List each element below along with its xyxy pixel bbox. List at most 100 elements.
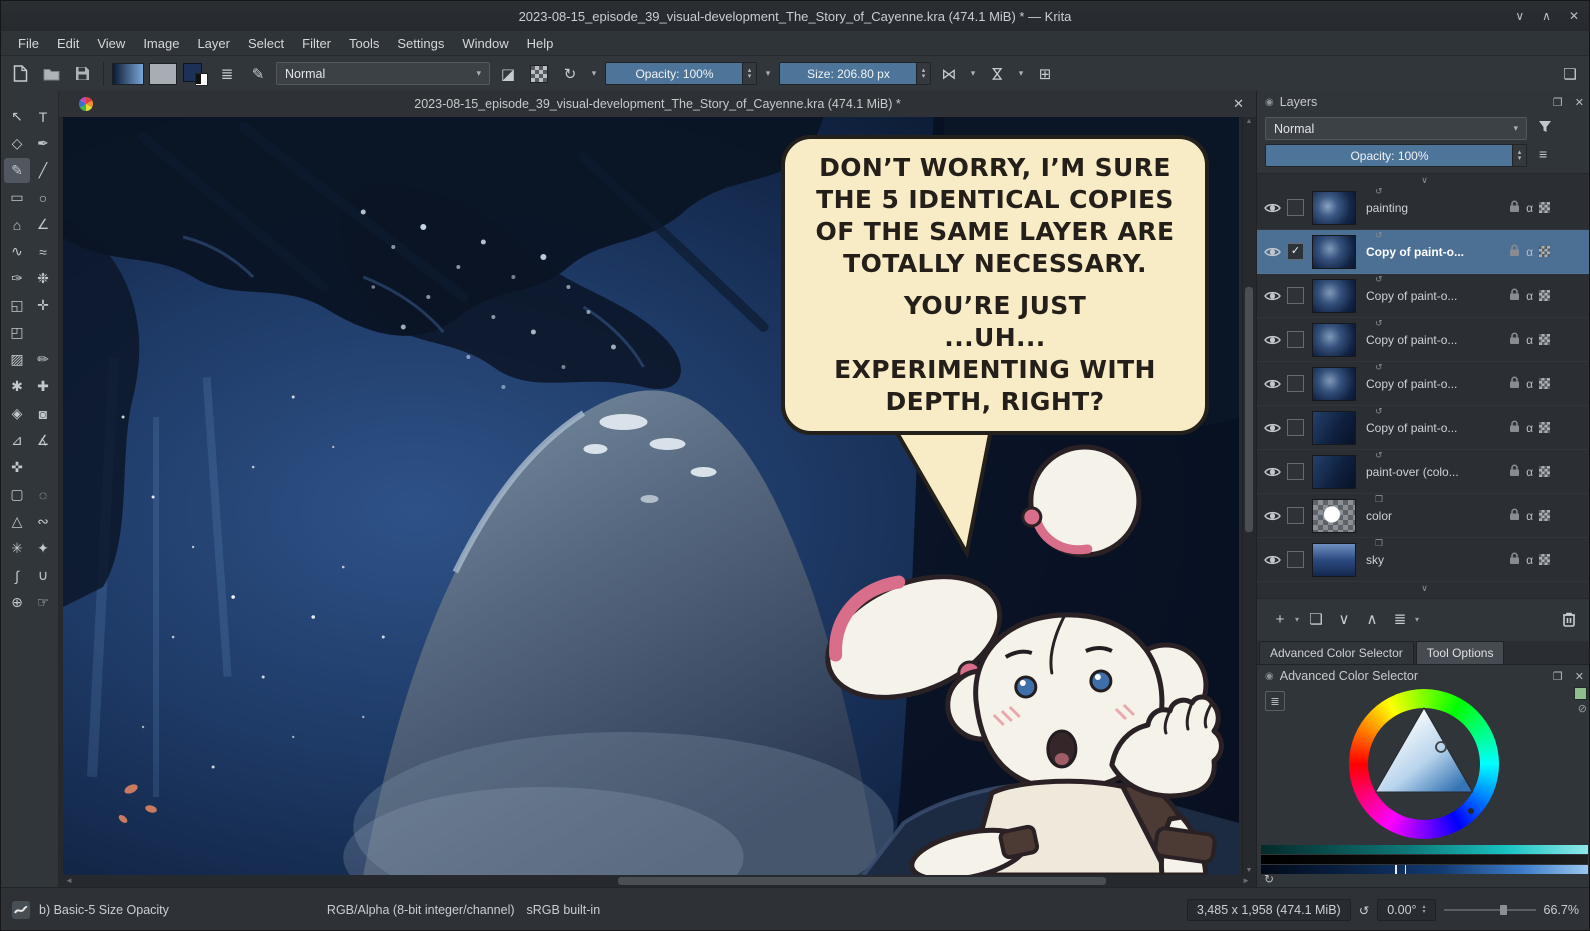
layer-blending-mode-combo[interactable]: Normal ▾ — [1265, 117, 1527, 140]
chevron-down-icon[interactable]: ▾ — [1015, 61, 1027, 87]
move-layer-down-button[interactable]: ∨ — [1333, 608, 1355, 630]
gradient-tool[interactable]: ▨ — [4, 347, 30, 372]
canvas-horizontal-scrollbar[interactable]: ◄ ► — [63, 875, 1252, 887]
fg-bg-colors[interactable] — [182, 61, 209, 87]
layer-inherit-alpha-icon[interactable] — [1539, 378, 1550, 389]
layer-row[interactable]: Copy of paint-o... ↺ α — [1257, 274, 1590, 318]
pattern-chooser[interactable] — [149, 63, 177, 85]
layer-alpha-lock-icon[interactable]: α — [1526, 553, 1533, 567]
layer-select-checkbox[interactable] — [1287, 551, 1304, 568]
layer-lock-icon[interactable] — [1509, 464, 1520, 480]
rectangular-selection-tool[interactable]: ▢ — [4, 482, 30, 507]
multibrush-tool[interactable]: ❉ — [30, 266, 56, 291]
opacity-slider[interactable]: Opacity: 100% ▴▾ — [605, 62, 757, 85]
layers-menu-icon[interactable]: ≡ — [1539, 146, 1547, 162]
reload-preset-button[interactable]: ↻ — [557, 61, 583, 87]
layer-thumbnail[interactable] — [1312, 499, 1356, 533]
layer-alpha-lock-icon[interactable]: α — [1526, 201, 1533, 215]
float-docker-button[interactable]: ❐ — [1553, 670, 1563, 683]
tab-advanced-color-selector[interactable]: Advanced Color Selector — [1259, 641, 1414, 664]
color-strip-teal[interactable] — [1261, 845, 1588, 854]
layer-thumbnail[interactable] — [1312, 323, 1356, 357]
chevron-down-icon[interactable]: ▾ — [1295, 615, 1299, 624]
brush-preset-icon[interactable] — [11, 900, 31, 920]
menu-item[interactable]: Settings — [388, 33, 453, 54]
layer-lock-icon[interactable] — [1509, 244, 1520, 260]
horizontal-scroll-thumb[interactable] — [618, 877, 1106, 885]
layer-alpha-lock-icon[interactable]: α — [1526, 333, 1533, 347]
mirror-vertical-button[interactable]: ⋈ — [984, 61, 1010, 87]
layer-thumbnail[interactable] — [1312, 235, 1356, 269]
transform-tool[interactable]: ◱ — [4, 293, 30, 318]
layer-visibility-toggle[interactable] — [1261, 422, 1283, 434]
menu-item[interactable]: Help — [518, 33, 563, 54]
layer-select-checkbox[interactable] — [1287, 331, 1304, 348]
menu-item[interactable]: Tools — [340, 33, 388, 54]
delete-layer-button[interactable] — [1558, 608, 1580, 630]
crop-tool[interactable]: ◰ — [4, 320, 30, 345]
close-docker-button[interactable]: ✕ — [1575, 670, 1584, 683]
canvas-rotation-spinbox[interactable]: 0.00° ▴▾ — [1377, 899, 1435, 921]
saturation-value-triangle[interactable] — [1349, 689, 1499, 839]
color-strip-dark[interactable] — [1261, 855, 1588, 864]
layer-inherit-alpha-icon[interactable] — [1539, 290, 1550, 301]
spinner-arrows[interactable]: ▴▾ — [742, 63, 756, 84]
menu-item[interactable]: View — [88, 33, 134, 54]
freehand-path-tool[interactable]: ≈ — [30, 239, 56, 264]
canvas[interactable]: DON’T WORRY, I’M SURE THE 5 IDENTICAL CO… — [63, 117, 1239, 875]
layer-inherit-alpha-icon[interactable] — [1539, 202, 1550, 213]
rectangle-tool[interactable]: ▭ — [4, 185, 30, 210]
layer-inherit-alpha-icon[interactable] — [1539, 510, 1550, 521]
scroll-down-icon[interactable]: ▼ — [1243, 867, 1255, 874]
pan-tool[interactable]: ☞ — [30, 590, 56, 615]
gradient-chooser[interactable] — [112, 63, 144, 85]
vertical-scroll-thumb[interactable] — [1245, 287, 1253, 532]
maximize-button[interactable]: ∧ — [1542, 9, 1551, 23]
freehand-selection-tool[interactable]: ∾ — [30, 509, 56, 534]
layer-row[interactable]: Copy of paint-o... ↺ α — [1257, 362, 1590, 406]
zoom-tool[interactable]: ⊕ — [4, 590, 30, 615]
colorize-mask-tool[interactable]: ✱ — [4, 374, 30, 399]
layer-thumbnail[interactable] — [1312, 411, 1356, 445]
smart-patch-tool[interactable]: ✚ — [30, 374, 56, 399]
layer-alpha-lock-icon[interactable]: α — [1526, 465, 1533, 479]
color-history-swatch[interactable] — [1574, 687, 1587, 700]
save-button[interactable] — [69, 61, 95, 87]
ellipse-tool[interactable]: ○ — [30, 185, 56, 210]
layer-visibility-toggle[interactable] — [1261, 246, 1283, 258]
layer-inherit-alpha-icon[interactable] — [1539, 246, 1550, 257]
layer-lock-icon[interactable] — [1509, 508, 1520, 524]
menu-item[interactable]: Layer — [188, 33, 239, 54]
layer-lock-icon[interactable] — [1509, 332, 1520, 348]
zoom-slider[interactable] — [1444, 903, 1536, 917]
chevron-down-icon[interactable]: ▾ — [1415, 615, 1419, 624]
chevron-down-icon[interactable]: ▾ — [762, 61, 774, 87]
layer-properties-button[interactable]: ≣ — [1389, 608, 1411, 630]
blending-mode-combo[interactable]: Normal ▾ — [276, 62, 490, 85]
layer-visibility-toggle[interactable] — [1261, 466, 1283, 478]
zoom-slider-thumb[interactable] — [1500, 905, 1507, 915]
layer-row[interactable]: paint-over (colo... ↺ α — [1257, 450, 1590, 494]
measure-tool[interactable]: ∡ — [30, 428, 56, 453]
scroll-indicator-top[interactable]: ∨ — [1257, 174, 1590, 186]
layer-inherit-alpha-icon[interactable] — [1539, 422, 1550, 433]
scroll-indicator-bottom[interactable]: ∨ — [1257, 582, 1590, 594]
polygon-tool[interactable]: ⌂ — [4, 212, 30, 237]
mirror-horizontal-button[interactable]: ⋈ — [936, 61, 962, 87]
gear-icon[interactable]: ⊘ — [1578, 702, 1587, 715]
layer-lock-icon[interactable] — [1509, 420, 1520, 436]
assistants-tool[interactable]: ⊿ — [4, 428, 30, 453]
color-sampler-tool[interactable]: ✏ — [30, 347, 56, 372]
layer-alpha-lock-icon[interactable]: α — [1526, 289, 1533, 303]
line-tool[interactable]: ╱ — [30, 158, 56, 183]
layer-select-checkbox[interactable] — [1287, 199, 1304, 216]
layer-filter-icon[interactable] — [1538, 120, 1552, 136]
layer-row[interactable]: painting ↺ α — [1257, 186, 1590, 230]
display-settings-icon[interactable]: ≣ — [1265, 691, 1285, 711]
close-button[interactable]: ✕ — [1569, 9, 1579, 23]
layer-thumbnail[interactable] — [1312, 543, 1356, 577]
edit-shapes-tool[interactable]: ◇ — [4, 131, 30, 156]
layer-row[interactable]: Copy of paint-o... ↺ α — [1257, 318, 1590, 362]
edit-brush-settings-button[interactable]: ≣ — [214, 61, 240, 87]
float-docker-button[interactable]: ❐ — [1553, 96, 1563, 109]
